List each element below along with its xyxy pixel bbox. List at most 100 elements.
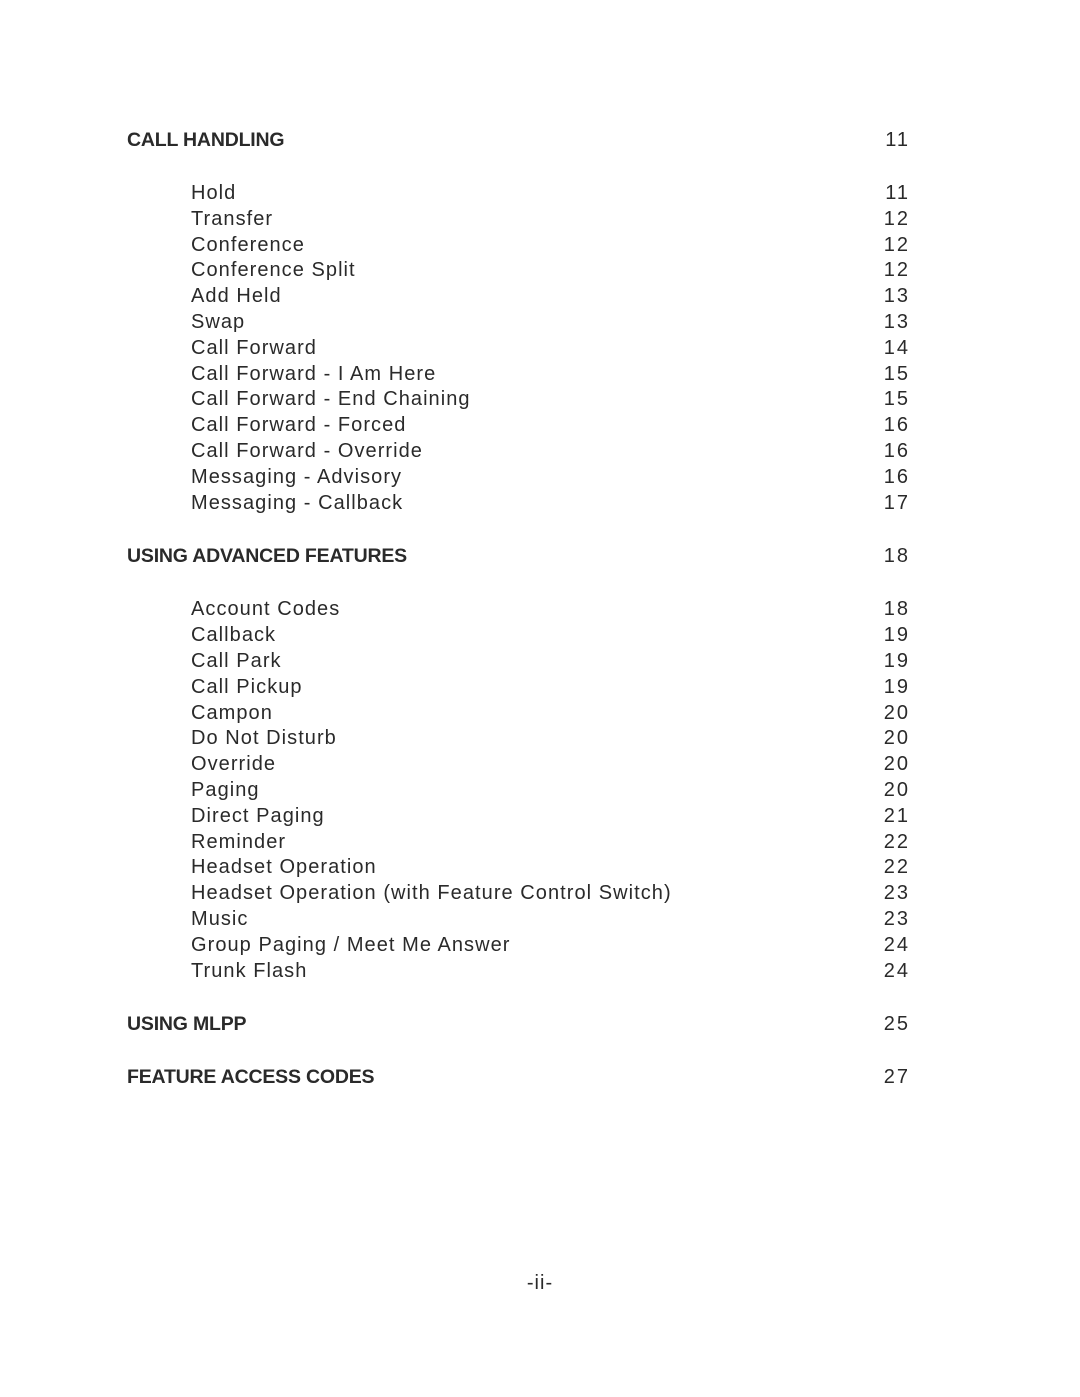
- toc-item[interactable]: Headset Operation (with Feature Control …: [127, 881, 908, 907]
- toc-item-label: Override: [191, 753, 277, 776]
- toc-item[interactable]: Reminder 22: [127, 830, 908, 856]
- toc-item[interactable]: Paging 20: [127, 778, 908, 804]
- toc-item-label: Callback: [191, 624, 277, 647]
- section-page-number: 25: [883, 1013, 910, 1036]
- toc-item-page: 13: [883, 310, 910, 333]
- toc-item[interactable]: Call Forward 14: [127, 336, 908, 362]
- toc-item-label: Call Park: [191, 649, 282, 672]
- toc-item[interactable]: Hold 11: [127, 181, 908, 207]
- toc-item[interactable]: Direct Paging 21: [127, 804, 908, 830]
- toc-item-label: Conference: [191, 233, 305, 256]
- toc-item[interactable]: Campon 20: [127, 701, 908, 727]
- toc-item-page: 20: [883, 701, 910, 724]
- toc-item-label: Do Not Disturb: [191, 727, 337, 750]
- toc-item-page: 20: [883, 753, 910, 776]
- toc-item[interactable]: Messaging - Advisory 16: [127, 465, 908, 491]
- toc-item[interactable]: Call Pickup 19: [127, 675, 908, 701]
- toc-item-label: Trunk Flash: [191, 959, 308, 982]
- toc-item[interactable]: Conference 12: [127, 233, 908, 259]
- toc-item-list: Account Codes 18 Callback 19 Call Park 19 C…: [127, 597, 908, 984]
- toc-item[interactable]: Account Codes 18: [127, 597, 908, 623]
- toc-item[interactable]: Messaging - Callback 17: [127, 491, 908, 517]
- toc-item[interactable]: Call Forward - Override 16: [127, 439, 908, 465]
- toc-item[interactable]: Callback 19: [127, 623, 908, 649]
- toc-item-label: Reminder: [191, 830, 287, 853]
- toc-item-page: 20: [883, 778, 910, 801]
- toc-item-page: 23: [883, 882, 910, 905]
- toc-item-label: Transfer: [191, 207, 274, 230]
- toc-item-page: 20: [883, 727, 910, 750]
- toc-item[interactable]: Conference Split 12: [127, 258, 908, 284]
- toc-item-page: 24: [883, 959, 910, 982]
- toc-section-heading[interactable]: FEATURE ACCESS CODES 27: [127, 1064, 908, 1090]
- toc-item-page: 18: [883, 598, 910, 621]
- toc-section-heading[interactable]: USING ADVANCED FEATURES 18: [127, 543, 908, 569]
- toc-item[interactable]: Call Park 19: [127, 649, 908, 675]
- section-title: FEATURE ACCESS CODES: [127, 1066, 375, 1089]
- toc-item-label: Add Held: [191, 285, 282, 308]
- toc-item[interactable]: Call Forward - I Am Here 15: [127, 362, 908, 388]
- toc-section-call-handling: CALL HANDLING 11 Hold 11 Transfer 12 Confe…: [127, 127, 908, 543]
- toc-item-list: Hold 11 Transfer 12 Conference 12 Conferenc…: [127, 181, 908, 516]
- toc-item-page: 19: [883, 624, 910, 647]
- toc-item-page: 16: [883, 439, 910, 462]
- page-footer-number: -ii-: [526, 1272, 554, 1294]
- toc-item[interactable]: Override 20: [127, 752, 908, 778]
- toc-item-page: 15: [883, 388, 910, 411]
- toc-item-page: 12: [883, 233, 910, 256]
- toc-item-label: Direct Paging: [191, 804, 325, 827]
- toc-section-advanced-features: USING ADVANCED FEATURES 18 Account Codes…: [127, 543, 908, 1011]
- toc-item-label: Messaging - Advisory: [191, 465, 403, 488]
- toc-item-label: Call Forward - Forced: [191, 414, 407, 437]
- toc-item[interactable]: Call Forward - End Chaining 15: [127, 387, 908, 413]
- toc-item[interactable]: Call Forward - Forced 16: [127, 413, 908, 439]
- toc-item[interactable]: Group Paging / Meet Me Answer 24: [127, 933, 908, 959]
- toc-item-label: Conference Split: [191, 259, 356, 282]
- toc-item-page: 12: [883, 259, 910, 282]
- toc-item-label: Group Paging / Meet Me Answer: [191, 933, 511, 956]
- toc-section-feature-access-codes: FEATURE ACCESS CODES 27: [127, 1064, 908, 1090]
- toc-item-label: Messaging - Callback: [191, 491, 404, 514]
- toc-item-page: 16: [883, 414, 910, 437]
- toc-section-heading[interactable]: USING MLPP 25: [127, 1011, 908, 1037]
- toc-item-page: 11: [885, 182, 910, 204]
- toc-item-label: Call Forward - End Chaining: [191, 388, 471, 411]
- toc-item-label: Paging: [191, 778, 260, 801]
- toc-item[interactable]: Music 23: [127, 907, 908, 933]
- toc-item[interactable]: Headset Operation 22: [127, 855, 908, 881]
- toc-item-label: Hold: [191, 182, 237, 204]
- toc-item-label: Call Forward - I Am Here: [191, 362, 437, 385]
- toc-item-page: 12: [883, 207, 910, 230]
- toc-item-page: 15: [883, 362, 910, 385]
- toc-item-label: Headset Operation (with Feature Control …: [191, 882, 672, 905]
- section-page-number: 27: [883, 1066, 910, 1089]
- toc-section-heading[interactable]: CALL HANDLING 11: [127, 127, 908, 153]
- toc-item-label: Account Codes: [191, 598, 341, 621]
- toc-item-page: 22: [883, 856, 910, 879]
- section-page-number: 11: [885, 129, 910, 151]
- toc-item[interactable]: Trunk Flash 24: [127, 959, 908, 985]
- toc-item-page: 14: [883, 336, 910, 359]
- section-title: USING ADVANCED FEATURES: [127, 545, 407, 568]
- toc-item-page: 21: [883, 804, 910, 827]
- toc-section-using-mlpp: USING MLPP 25: [127, 1011, 908, 1064]
- toc-item-label: Swap: [191, 310, 246, 333]
- toc-item-page: 13: [883, 285, 910, 308]
- toc-item-page: 16: [883, 465, 910, 488]
- toc-item-label: Call Forward: [191, 336, 317, 359]
- toc-item-page: 19: [883, 649, 910, 672]
- toc-item-page: 22: [883, 830, 910, 853]
- toc-item[interactable]: Add Held 13: [127, 284, 908, 310]
- toc-item-page: 17: [883, 491, 910, 514]
- toc-item-page: 23: [883, 907, 910, 930]
- toc-item-page: 19: [883, 675, 910, 698]
- toc-item-label: Call Forward - Override: [191, 439, 423, 462]
- table-of-contents: CALL HANDLING 11 Hold 11 Transfer 12 Confe…: [127, 127, 908, 1090]
- toc-item[interactable]: Do Not Disturb 20: [127, 726, 908, 752]
- toc-item-label: Headset Operation: [191, 856, 377, 879]
- toc-item-label: Campon: [191, 701, 273, 724]
- toc-item[interactable]: Swap 13: [127, 310, 908, 336]
- toc-item[interactable]: Transfer 12: [127, 207, 908, 233]
- section-title: CALL HANDLING: [127, 129, 285, 151]
- toc-item-label: Music: [191, 907, 249, 930]
